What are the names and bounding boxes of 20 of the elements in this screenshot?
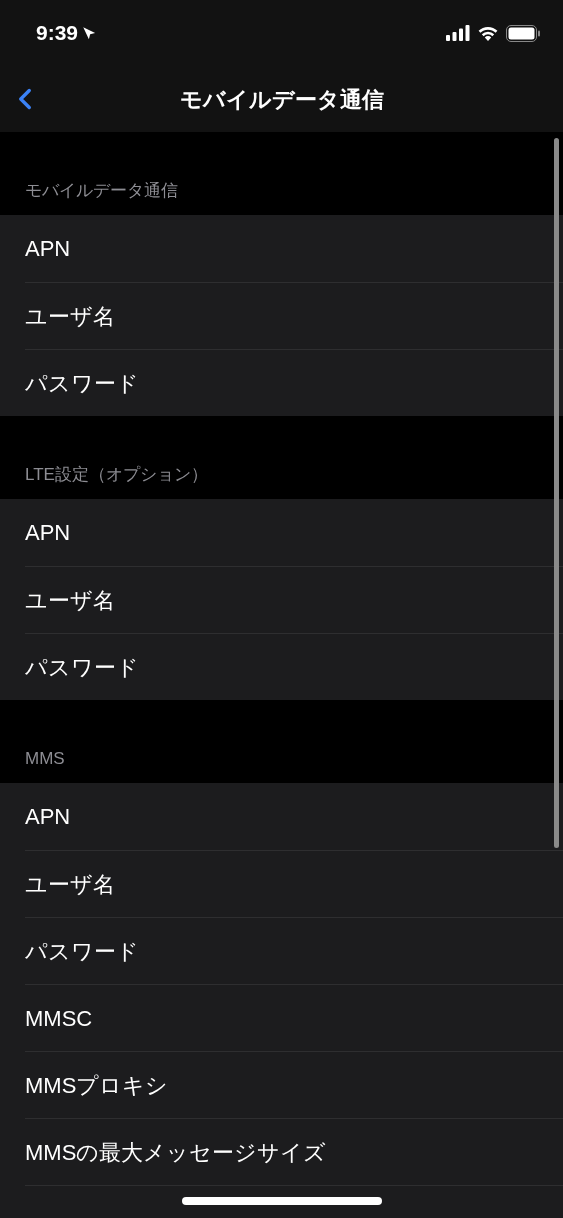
settings-row-label[interactable]: ユーザ名 bbox=[25, 299, 115, 333]
nav-title: モバイルデータ通信 bbox=[179, 85, 384, 114]
settings-row-label[interactable]: MMSプロキシ bbox=[25, 1068, 169, 1102]
settings-row-label[interactable]: パスワード bbox=[25, 650, 139, 684]
section-header: LTE設定（オプション） bbox=[25, 463, 208, 486]
section-header: MMS bbox=[25, 747, 65, 770]
section-header: モバイルデータ通信 bbox=[25, 179, 178, 202]
wifi-icon bbox=[477, 25, 499, 41]
settings-row-label[interactable]: パスワード bbox=[25, 366, 139, 400]
settings-row-label[interactable]: APN bbox=[25, 232, 71, 265]
settings-row-label[interactable]: MMSC bbox=[25, 1001, 93, 1035]
settings-row-label[interactable]: ユーザ名 bbox=[25, 867, 115, 901]
settings-row-label[interactable]: パスワード bbox=[25, 934, 139, 968]
settings-row-label[interactable]: ユーザ名 bbox=[25, 583, 115, 617]
status-time: 9:39 bbox=[36, 20, 79, 47]
battery-icon bbox=[506, 24, 541, 42]
settings-row-label[interactable]: APN bbox=[25, 800, 71, 833]
settings-row-label[interactable]: MMSの最大メッセージサイズ bbox=[25, 1135, 327, 1169]
settings-row-label[interactable]: APN bbox=[25, 516, 71, 549]
signal-icon bbox=[446, 25, 470, 41]
